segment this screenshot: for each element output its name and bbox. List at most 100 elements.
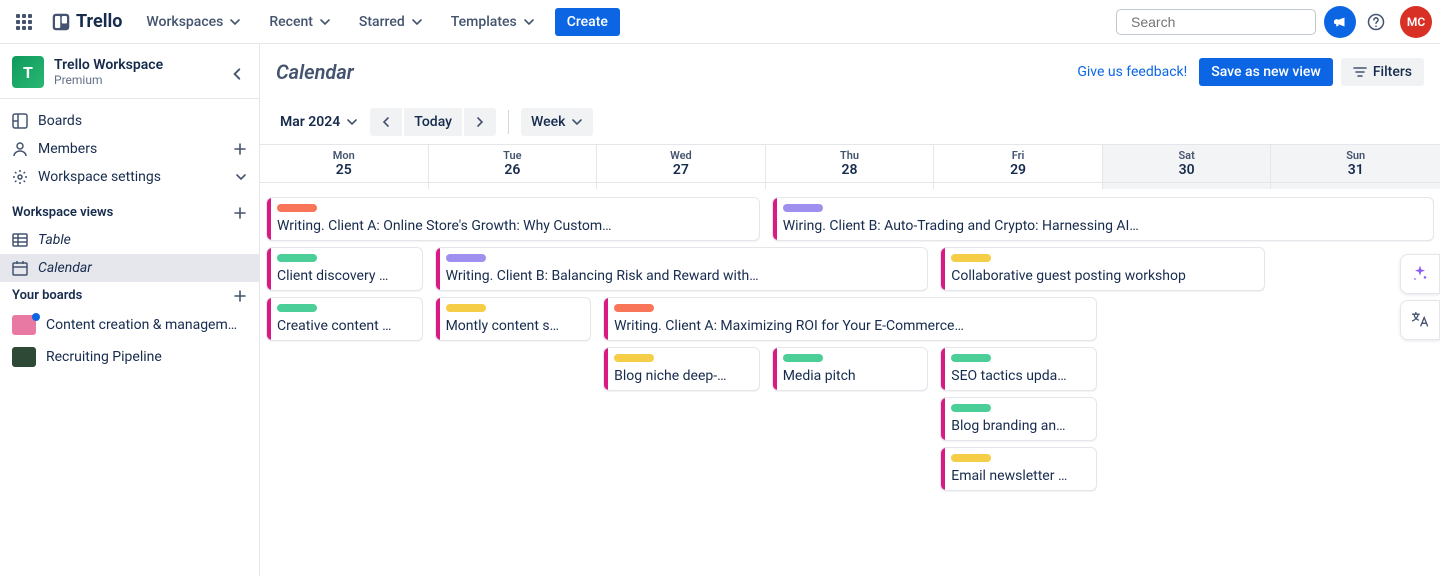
day-of-week: Sat (1103, 149, 1271, 162)
prev-button[interactable] (370, 108, 402, 136)
notification-button[interactable] (1324, 6, 1356, 38)
nav-label: Templates (451, 14, 517, 30)
event-label-pill (614, 304, 654, 312)
calendar-event[interactable]: Blog niche deep-… (603, 347, 760, 391)
user-avatar[interactable]: MC (1400, 6, 1432, 38)
next-button[interactable] (464, 108, 496, 136)
day-column[interactable]: Wed27 (597, 145, 766, 189)
event-title: Client discovery … (277, 268, 414, 284)
ai-button[interactable] (1400, 254, 1440, 294)
calendar-event[interactable]: Writing. Client B: Balancing Risk and Re… (435, 247, 929, 291)
sidebar-primary-nav: Boards Members Workspace settings (0, 99, 259, 199)
sidebar-board-item[interactable]: Content creation & managem… (0, 309, 259, 341)
unread-dot (32, 313, 40, 321)
filters-label: Filters (1373, 64, 1412, 80)
collapse-sidebar-button[interactable] (223, 60, 251, 88)
calendar-event[interactable]: Blog branding an… (940, 397, 1097, 441)
nav-templates[interactable]: Templates (439, 8, 547, 36)
calendar-event[interactable]: Email newsletter … (940, 447, 1097, 491)
month-selector[interactable]: Mar 2024 (276, 108, 362, 136)
calendar-event[interactable]: Client discovery … (266, 247, 423, 291)
plus-icon[interactable] (233, 142, 247, 156)
event-label-pill (277, 254, 317, 262)
add-view-button[interactable] (233, 206, 247, 220)
sidebar-item-boards[interactable]: Boards (0, 107, 259, 135)
day-of-week: Tue (429, 149, 597, 162)
calendar-icon (12, 260, 28, 276)
range-label: Week (531, 114, 565, 130)
event-title: SEO tactics upda… (951, 368, 1088, 384)
event-title: Media pitch (783, 368, 920, 384)
app-switcher-icon[interactable] (8, 6, 40, 38)
workspace-badge: T (12, 56, 44, 88)
calendar-event[interactable]: Montly content s… (435, 297, 592, 341)
event-title: Collaborative guest posting workshop (951, 268, 1256, 284)
trello-icon (52, 13, 70, 31)
brand-logo[interactable]: Trello (44, 11, 130, 32)
save-view-button[interactable]: Save as new view (1199, 58, 1333, 86)
day-number: 27 (597, 162, 765, 178)
sidebar-item-label: Workspace settings (38, 169, 161, 185)
add-board-button[interactable] (233, 289, 247, 303)
event-label-pill (614, 354, 654, 362)
day-of-week: Fri (934, 149, 1102, 162)
sidebar-view-calendar[interactable]: Calendar (0, 254, 259, 282)
event-title: Montly content s… (446, 318, 583, 334)
range-selector[interactable]: Week (521, 108, 593, 136)
page-title[interactable]: Calendar (276, 60, 354, 84)
calendar-event[interactable]: Writing. Client A: Maximizing ROI for Yo… (603, 297, 1097, 341)
chevron-down-icon[interactable] (235, 171, 247, 183)
create-button[interactable]: Create (555, 8, 620, 36)
global-header: Trello Workspaces Recent Starred Templat… (0, 0, 1440, 44)
calendar-event[interactable]: Writing. Client A: Online Store's Growth… (266, 197, 760, 241)
nav-workspaces[interactable]: Workspaces (134, 8, 253, 36)
nav-recent[interactable]: Recent (257, 8, 343, 36)
sidebar-item-label: Members (38, 141, 97, 157)
sidebar-item-label: Table (38, 232, 71, 248)
event-label-pill (951, 404, 991, 412)
calendar-event[interactable]: Media pitch (772, 347, 929, 391)
board-color-chip (12, 347, 36, 367)
today-button[interactable]: Today (404, 108, 462, 136)
day-column[interactable]: Mon25 (260, 145, 429, 189)
calendar-event[interactable]: Creative content … (266, 297, 423, 341)
members-icon (12, 141, 28, 157)
translate-button[interactable] (1400, 300, 1440, 340)
calendar-event[interactable]: SEO tactics upda… (940, 347, 1097, 391)
day-column[interactable]: Sun31 (1271, 145, 1440, 189)
table-icon (12, 232, 28, 248)
calendar-event[interactable]: Wiring. Client B: Auto-Trading and Crypt… (772, 197, 1434, 241)
filters-button[interactable]: Filters (1341, 58, 1424, 86)
event-label-pill (446, 254, 486, 262)
day-column[interactable]: Tue26 (429, 145, 598, 189)
event-label-pill (446, 304, 486, 312)
day-number: 26 (429, 162, 597, 178)
gear-icon (12, 169, 28, 185)
sidebar-boards: Content creation & managem…Recruiting Pi… (0, 309, 259, 373)
sidebar-item-members[interactable]: Members (0, 135, 259, 163)
search-field[interactable] (1131, 14, 1312, 30)
help-button[interactable] (1360, 6, 1392, 38)
day-column[interactable]: Fri29 (934, 145, 1103, 189)
filter-icon (1353, 65, 1367, 79)
event-title: Writing. Client B: Balancing Risk and Re… (446, 268, 920, 284)
calendar-event[interactable]: Collaborative guest posting workshop (940, 247, 1265, 291)
sidebar-view-table[interactable]: Table (0, 226, 259, 254)
sidebar-board-item[interactable]: Recruiting Pipeline (0, 341, 259, 373)
day-column[interactable]: Sat30 (1103, 145, 1272, 189)
day-number: 25 (260, 162, 428, 178)
feedback-link[interactable]: Give us feedback! (1077, 64, 1187, 80)
event-label-pill (951, 454, 991, 462)
sidebar-item-workspace-settings[interactable]: Workspace settings (0, 163, 259, 191)
day-column[interactable]: Thu28 (766, 145, 935, 189)
day-header: Tue26 (429, 145, 597, 183)
events-layer: Writing. Client A: Online Store's Growth… (260, 193, 1440, 576)
day-header: Thu28 (766, 145, 934, 183)
nav-starred[interactable]: Starred (347, 8, 435, 36)
divider (508, 110, 509, 134)
workspace-views-heading: Workspace views (0, 199, 259, 226)
search-input[interactable] (1116, 9, 1316, 35)
workspace-name: Trello Workspace (54, 57, 163, 73)
event-label-pill (951, 354, 991, 362)
chevron-down-icon (319, 16, 331, 28)
